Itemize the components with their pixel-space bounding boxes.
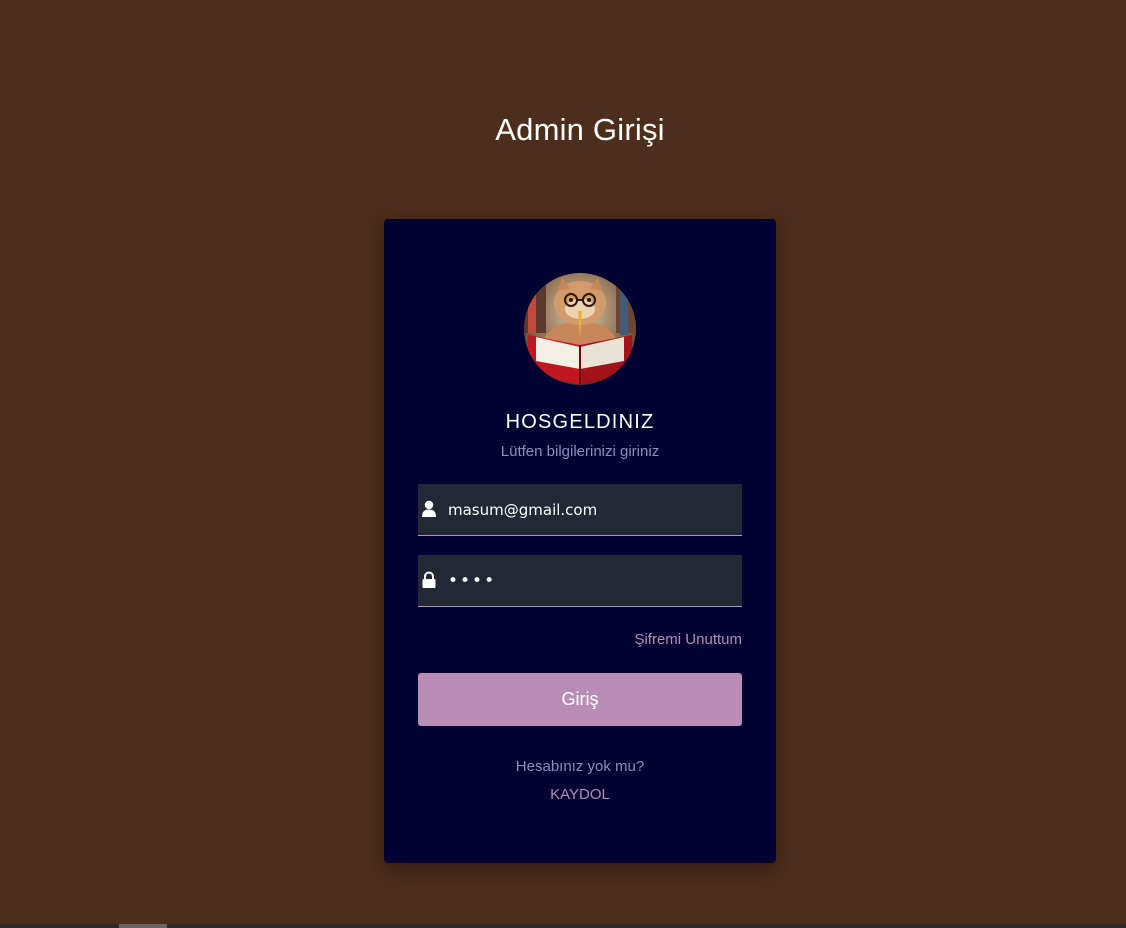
subtitle-text: Lütfen bilgilerinizi giriniz [500, 443, 660, 460]
login-button[interactable]: Giriş [418, 673, 742, 726]
login-card: HOSGELDINIZ Lütfen bilgilerinizi giriniz… [384, 219, 776, 863]
no-account-text: Hesabınız yok mu? [515, 758, 645, 775]
horizontal-scrollbar[interactable] [0, 924, 1126, 928]
page-title: Admin Girişi [495, 112, 665, 147]
user-icon [421, 500, 437, 518]
lock-icon [421, 571, 437, 589]
register-link[interactable]: KAYDOL [384, 786, 776, 803]
welcome-heading: HOSGELDINIZ [505, 411, 655, 433]
login-page: Admin Girişi HOSGELDINIZ Lütfen bilgiler… [0, 0, 1126, 928]
scrollbar-thumb[interactable] [119, 924, 167, 928]
forgot-password-link[interactable]: Şifremi Unuttum [634, 631, 742, 648]
password-field[interactable] [418, 555, 742, 607]
email-field[interactable] [418, 484, 742, 536]
avatar [524, 273, 636, 385]
cat-reading-avatar-image [524, 273, 636, 385]
password-input[interactable] [448, 555, 738, 606]
email-input[interactable] [448, 484, 738, 535]
